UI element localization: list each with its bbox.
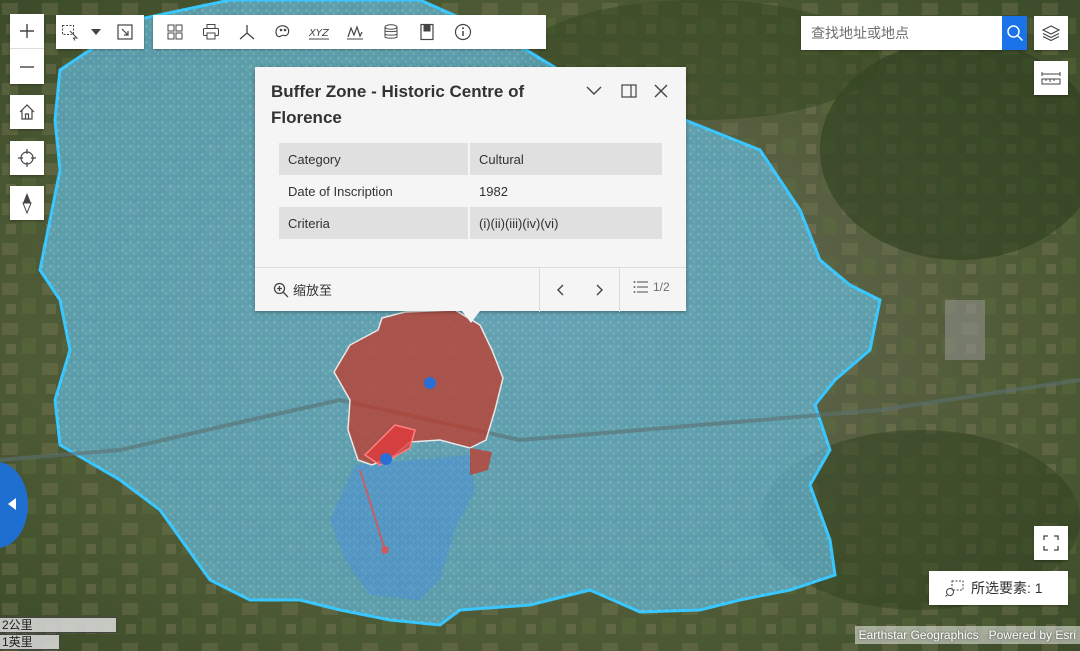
table-row: Category Cultural — [279, 143, 662, 175]
xyz-icon: XYZ — [308, 28, 330, 40]
table-row: Criteria (i)(ii)(iii)(iv)(vi) — [279, 207, 662, 239]
next-feature-button[interactable] — [580, 268, 620, 312]
svg-text:XYZ: XYZ — [308, 28, 330, 39]
selection-toolbar — [56, 15, 144, 49]
locate-icon — [18, 149, 36, 167]
database-icon — [384, 24, 398, 39]
search-widget — [801, 16, 1027, 50]
feature-popup: Buffer Zone - Historic Centre of Florenc… — [255, 67, 686, 323]
divider — [619, 268, 620, 312]
feature-count: 1/2 — [653, 280, 670, 294]
search-icon — [1006, 25, 1023, 42]
zoom-to-button[interactable]: 缩放至 — [273, 280, 332, 299]
search-button[interactable] — [1002, 16, 1027, 50]
attribute-value: (i)(ii)(iii)(iv)(vi) — [469, 207, 662, 239]
analysis-icon — [275, 25, 290, 38]
info-button[interactable] — [445, 15, 481, 49]
attribute-value: 1982 — [479, 183, 508, 199]
extent-button[interactable] — [108, 15, 142, 49]
attribution-source: Earthstar Geographics — [858, 628, 979, 642]
xyz-button[interactable]: XYZ — [301, 15, 337, 49]
layers-icon — [1042, 25, 1060, 42]
feature-list-button[interactable]: 1/2 — [633, 280, 670, 294]
tools-toolbar: XYZ — [153, 15, 546, 49]
caret-down-icon — [91, 29, 101, 35]
attribute-key: Date of Inscription — [279, 175, 470, 207]
popup-dock-button[interactable] — [617, 79, 641, 103]
select-icon — [62, 25, 79, 41]
zoom-in-icon — [273, 282, 289, 297]
popup-close-button[interactable] — [649, 79, 673, 103]
popup-collapse-button[interactable] — [582, 79, 606, 103]
print-icon — [203, 24, 219, 40]
scale-bar-metric: 2公里 — [0, 617, 117, 633]
extent-icon — [117, 24, 133, 40]
layers-button[interactable] — [1034, 16, 1068, 50]
chart-button[interactable] — [337, 15, 373, 49]
selected-features-widget[interactable]: 所选要素: 1 — [929, 571, 1068, 605]
select-tool-button[interactable] — [56, 15, 84, 49]
feature-point — [424, 377, 436, 389]
bookmark-button[interactable] — [409, 15, 445, 49]
attribute-table: Category Cultural Date of Inscription 19… — [279, 143, 662, 239]
attribute-key: Category — [279, 143, 470, 175]
grid-icon — [167, 24, 183, 40]
chevron-left-icon — [557, 284, 564, 296]
search-input[interactable] — [801, 16, 1002, 50]
list-icon — [633, 281, 648, 293]
previous-feature-button[interactable] — [540, 268, 580, 312]
database-button[interactable] — [373, 15, 409, 49]
fullscreen-icon — [1043, 535, 1059, 551]
zoom-out-button[interactable] — [10, 49, 44, 84]
dock-icon — [621, 84, 637, 98]
measure-icon — [1041, 72, 1061, 85]
scale-bar-imperial: 1英里 — [0, 634, 60, 650]
print-button[interactable] — [193, 15, 229, 49]
measure-button[interactable] — [1034, 61, 1068, 95]
analysis-button[interactable] — [265, 15, 301, 49]
close-icon — [654, 84, 668, 98]
attribute-value: Cultural — [469, 143, 662, 175]
zoom-control — [10, 14, 44, 84]
chevron-down-icon — [586, 86, 602, 95]
compass-button[interactable] — [10, 186, 44, 220]
plus-icon — [20, 24, 34, 38]
coordinate-icon — [239, 25, 255, 40]
compass-icon — [22, 193, 32, 214]
chevron-right-icon — [596, 284, 603, 296]
arrow-left-icon — [8, 498, 16, 510]
selection-count-label: 所选要素: 1 — [971, 580, 1043, 596]
coordinate-button[interactable] — [229, 15, 265, 49]
locate-button[interactable] — [10, 141, 44, 175]
attribution-powered: Powered by Esri — [988, 628, 1076, 642]
feature-point — [380, 453, 392, 465]
info-icon — [454, 23, 472, 41]
select-dropdown-button[interactable] — [84, 15, 108, 49]
table-row: Date of Inscription 1982 — [279, 175, 662, 207]
selection-icon — [945, 580, 964, 597]
popup-pointer — [462, 311, 480, 323]
popup-title: Buffer Zone - Historic Centre of Florenc… — [271, 82, 525, 127]
popup-footer: 缩放至 1/2 — [255, 267, 686, 312]
zoom-in-button[interactable] — [10, 14, 44, 49]
zoom-to-label: 缩放至 — [293, 283, 333, 298]
fullscreen-button[interactable] — [1034, 526, 1068, 560]
attribution: Earthstar Geographics Powered by Esri — [854, 626, 1080, 644]
chart-icon — [347, 25, 363, 40]
attribute-key: Criteria — [279, 207, 470, 239]
bookmark-icon — [420, 23, 434, 41]
grid-button[interactable] — [157, 15, 193, 49]
minus-icon — [20, 65, 34, 68]
home-icon — [19, 104, 35, 120]
home-button[interactable] — [10, 95, 44, 129]
